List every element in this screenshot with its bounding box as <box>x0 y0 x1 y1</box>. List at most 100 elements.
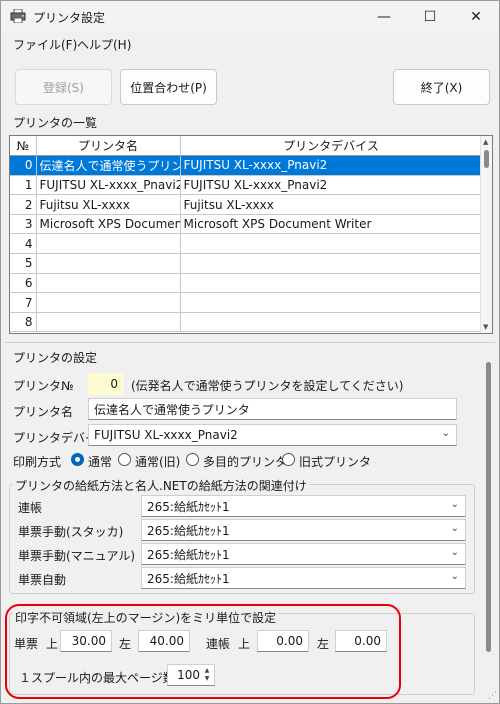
register-button[interactable]: 登録(S) <box>15 69 112 105</box>
cell-number[interactable]: 4 <box>10 233 37 255</box>
radio-method-normal-label: 通常 <box>88 455 113 469</box>
printer-device-select[interactable]: FUJITSU XL-xxxx_Pnavi2 ⌄ <box>88 424 457 446</box>
radio-method-normal-old[interactable] <box>118 453 131 466</box>
continuous-left-field[interactable]: 0.00 <box>335 630 387 652</box>
menu-bar: ファイル(F) ヘルプ(H) <box>1 32 499 54</box>
printer-list-caption: プリンタの一覧 <box>13 116 98 130</box>
scroll-up-arrow-icon[interactable]: ▲ <box>483 138 488 146</box>
radio-method-normal-old-label: 通常(旧) <box>135 455 181 469</box>
radio-method-legacy-label: 旧式プリンタ <box>299 455 372 469</box>
single-left-label: 左 <box>119 637 132 651</box>
cell-printer-device[interactable]: FUJITSU XL-xxxx_Pnavi2 <box>180 175 483 196</box>
feed-label-manual: 単票手動(マニュアル) <box>18 549 136 563</box>
table-row[interactable]: 6 <box>10 273 483 294</box>
cell-number[interactable]: 7 <box>10 292 37 313</box>
continuous-left-value: 0.00 <box>354 634 381 648</box>
printer-number-field[interactable]: 0 <box>88 373 124 395</box>
menu-file[interactable]: ファイル(F) <box>13 36 77 53</box>
maximize-button[interactable]: ☐ <box>407 1 453 32</box>
align-button[interactable]: 位置合わせ(P) <box>120 69 217 105</box>
feed-select-auto[interactable]: 265:給紙ｶｾｯﾄ1 ⌄ <box>141 567 466 589</box>
grid-vertical-scrollbar[interactable]: ▲ ▼ <box>480 136 492 333</box>
printer-name-label: プリンタ名 <box>13 405 74 419</box>
table-row[interactable]: 0 伝達名人で通常使うプリンタ FUJITSU XL-xxxx_Pnavi2 <box>10 155 483 176</box>
feed-select-continuous[interactable]: 265:給紙ｶｾｯﾄ1 ⌄ <box>141 495 466 517</box>
cell-printer-name[interactable]: Fujitsu XL-xxxx <box>36 194 181 215</box>
minimize-button[interactable]: — <box>361 1 407 32</box>
radio-method-multipurpose-label: 多目的プリンタ <box>203 455 288 469</box>
cell-printer-name[interactable] <box>36 273 181 294</box>
table-row[interactable]: 5 <box>10 253 483 274</box>
cell-printer-name[interactable] <box>36 312 181 333</box>
feed-select-stacker[interactable]: 265:給紙ｶｾｯﾄ1 ⌄ <box>141 519 466 541</box>
radio-method-multipurpose[interactable] <box>186 453 199 466</box>
cell-printer-name[interactable] <box>36 253 181 274</box>
resize-grip-icon[interactable]: ⋰ <box>488 691 497 701</box>
table-row[interactable]: 2 Fujitsu XL-xxxx Fujitsu XL-xxxx <box>10 194 483 215</box>
cell-printer-device[interactable] <box>180 292 483 313</box>
chevron-down-icon: ⌄ <box>450 523 459 534</box>
chevron-down-icon: ⌄ <box>450 547 459 558</box>
column-header-printer-device[interactable]: プリンタデバイス <box>180 136 483 157</box>
cell-printer-name[interactable]: FUJITSU XL-xxxx_Pnavi2 <box>36 175 181 196</box>
close-button[interactable]: ✕ <box>453 1 499 32</box>
panel-scroll-thumb[interactable] <box>486 362 491 652</box>
cell-printer-name[interactable] <box>36 233 181 255</box>
cell-number[interactable]: 5 <box>10 253 37 274</box>
cell-printer-name[interactable] <box>36 292 181 313</box>
cell-printer-name[interactable]: Microsoft XPS Documen... <box>36 214 181 235</box>
cell-number[interactable]: 0 <box>10 155 37 176</box>
cell-number[interactable]: 8 <box>10 312 37 333</box>
exit-button[interactable]: 終了(X) <box>393 69 490 105</box>
print-method-label: 印刷方式 <box>13 455 62 469</box>
cell-printer-device[interactable] <box>180 312 483 333</box>
column-header-printer-name[interactable]: プリンタ名 <box>36 136 181 157</box>
single-left-field[interactable]: 40.00 <box>138 630 190 652</box>
radio-method-legacy[interactable] <box>282 453 295 466</box>
scroll-thumb[interactable] <box>484 150 489 168</box>
continuous-top-label: 上 <box>238 637 251 651</box>
max-pages-field[interactable]: 100 ▲ ▼ <box>167 664 215 686</box>
cell-number[interactable]: 3 <box>10 214 37 235</box>
panel-vertical-scrollbar[interactable] <box>483 346 495 702</box>
table-row[interactable]: 4 <box>10 233 483 255</box>
cell-number[interactable]: 1 <box>10 175 37 196</box>
radio-method-normal[interactable] <box>71 453 84 466</box>
table-row[interactable]: 1 FUJITSU XL-xxxx_Pnavi2 FUJITSU XL-xxxx… <box>10 175 483 196</box>
scroll-down-arrow-icon[interactable]: ▼ <box>483 323 488 331</box>
single-top-field[interactable]: 30.00 <box>60 630 112 652</box>
window-title: プリンタ設定 <box>33 11 106 25</box>
cell-number[interactable]: 2 <box>10 194 37 215</box>
continuous-top-field[interactable]: 0.00 <box>257 630 309 652</box>
feed-select-manual[interactable]: 265:給紙ｶｾｯﾄ1 ⌄ <box>141 543 466 565</box>
grid-header-row: № プリンタ名 プリンタデバイス <box>10 136 483 157</box>
margin-caption: 印字不可領域(左上のマージン)をミリ単位で設定 <box>13 609 279 626</box>
table-row[interactable]: 3 Microsoft XPS Documen... Microsoft XPS… <box>10 214 483 235</box>
feed-label-continuous: 連帳 <box>18 501 43 515</box>
cell-printer-device[interactable]: FUJITSU XL-xxxx_Pnavi2 <box>180 155 483 176</box>
table-row[interactable]: 8 <box>10 312 483 333</box>
printer-device-value: FUJITSU XL-xxxx_Pnavi2 <box>94 428 238 442</box>
cell-number[interactable]: 6 <box>10 273 37 294</box>
column-header-number[interactable]: № <box>10 136 37 157</box>
menu-help[interactable]: ヘルプ(H) <box>77 36 131 53</box>
cell-printer-device[interactable] <box>180 273 483 294</box>
printer-number-label: プリンタ№ <box>13 379 74 393</box>
feed-label-stacker: 単票手動(スタッカ) <box>18 525 124 539</box>
title-bar: プリンタ設定 — ☐ ✕ <box>1 1 499 32</box>
feed-value-manual: 265:給紙ｶｾｯﾄ1 <box>147 547 230 562</box>
cell-printer-device[interactable]: Microsoft XPS Document Writer <box>180 214 483 235</box>
printer-list-grid: № プリンタ名 プリンタデバイス 0 伝達名人で通常使うプリンタ FUJITSU… <box>9 135 493 334</box>
cell-printer-name[interactable]: 伝達名人で通常使うプリンタ <box>36 155 181 176</box>
chevron-down-icon: ⌄ <box>450 571 459 582</box>
printer-name-field[interactable]: 伝達名人で通常使うプリンタ <box>88 398 457 420</box>
printer-number-hint: (伝発名人で通常使うプリンタを設定してください) <box>131 379 404 393</box>
table-row[interactable]: 7 <box>10 292 483 313</box>
cell-printer-device[interactable]: Fujitsu XL-xxxx <box>180 194 483 215</box>
spin-arrows-icon[interactable]: ▲ ▼ <box>203 667 211 683</box>
paper-feed-caption: プリンタの給紙方法と名人.NETの給紙方法の関連付け <box>13 477 309 494</box>
cell-printer-device[interactable] <box>180 253 483 274</box>
single-top-value: 30.00 <box>71 634 106 648</box>
feed-label-auto: 単票自動 <box>18 573 67 587</box>
cell-printer-device[interactable] <box>180 233 483 255</box>
